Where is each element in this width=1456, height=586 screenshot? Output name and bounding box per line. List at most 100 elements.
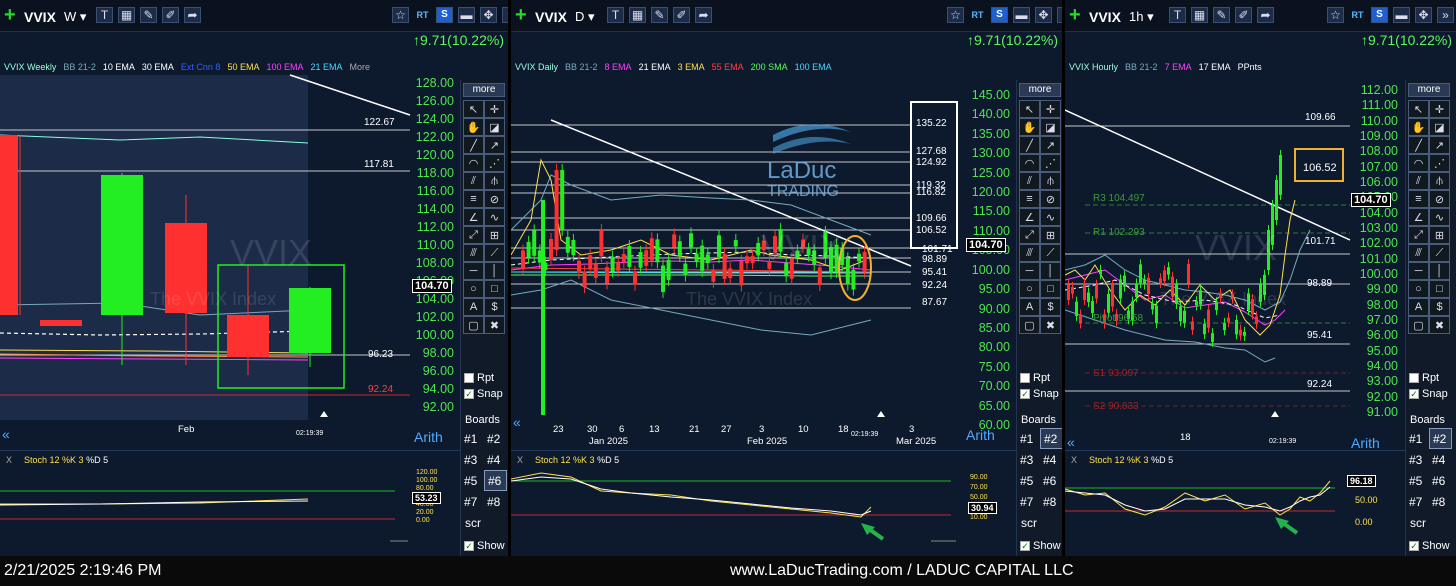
snap-checkbox[interactable]: ✓ Snap: [1409, 388, 1448, 400]
arc-icon[interactable]: ◠: [1019, 154, 1040, 172]
board-6-button[interactable]: #6: [484, 470, 507, 491]
scroll-left-icon[interactable]: «: [513, 414, 521, 430]
fib-icon[interactable]: ≡: [463, 190, 484, 208]
draw-icon[interactable]: ✎: [651, 7, 668, 23]
template-icon[interactable]: T: [96, 7, 113, 23]
pencil-icon[interactable]: ✐: [673, 7, 690, 23]
cursor-icon[interactable]: ↖: [1019, 100, 1040, 118]
eraser-icon[interactable]: ◪: [1429, 118, 1450, 136]
regression-icon[interactable]: ⫻: [1408, 244, 1429, 262]
hand-icon[interactable]: ✋: [1019, 118, 1040, 136]
grid-icon[interactable]: ▦: [1191, 7, 1208, 23]
cycle-icon[interactable]: ∿: [484, 208, 505, 226]
hand-icon[interactable]: ✋: [463, 118, 484, 136]
board-5-button[interactable]: #5: [1017, 470, 1040, 491]
speed-icon[interactable]: ⟋: [484, 244, 505, 262]
circle-icon[interactable]: ○: [1019, 280, 1040, 298]
channel-icon[interactable]: ⫽: [1019, 172, 1040, 190]
s-icon[interactable]: S: [991, 7, 1008, 23]
angle-icon[interactable]: ∠: [463, 208, 484, 226]
fib-icon[interactable]: ≡: [1019, 190, 1040, 208]
snap-checkbox[interactable]: ✓ Snap: [1020, 388, 1059, 400]
expand-icon[interactable]: »: [1057, 7, 1062, 23]
pitchfork-icon[interactable]: ⫛: [1429, 172, 1450, 190]
trendline-icon[interactable]: ╱: [463, 136, 484, 154]
angle-icon[interactable]: ∠: [1408, 208, 1429, 226]
grid-icon[interactable]: ▦: [629, 7, 646, 23]
fib-icon[interactable]: ≡: [1408, 190, 1429, 208]
share-icon[interactable]: ➦: [1257, 7, 1274, 23]
more-button[interactable]: more: [1019, 83, 1061, 97]
board-4-button[interactable]: #4: [1040, 449, 1062, 470]
s-icon[interactable]: S: [1371, 7, 1388, 23]
show-checkbox[interactable]: ✓ Show: [464, 540, 505, 552]
scroll-left-icon[interactable]: «: [2, 426, 10, 442]
cycle-icon[interactable]: ∿: [1040, 208, 1061, 226]
channel-icon[interactable]: ⫽: [1408, 172, 1429, 190]
gann-icon[interactable]: ⊘: [484, 190, 505, 208]
rect-icon[interactable]: □: [484, 280, 505, 298]
s-icon[interactable]: S: [436, 7, 453, 23]
arc-icon[interactable]: ◠: [1408, 154, 1429, 172]
minimize-icon[interactable]: ▬: [458, 7, 475, 23]
stochastic-plot[interactable]: [511, 471, 961, 551]
dollar-icon[interactable]: $: [484, 298, 505, 316]
rpt-checkbox[interactable]: Rpt: [1409, 372, 1439, 384]
fan-icon[interactable]: ⋰: [1040, 154, 1061, 172]
period-select[interactable]: D ▾: [575, 9, 595, 25]
board-4-button[interactable]: #4: [1429, 449, 1452, 470]
cursor-icon[interactable]: ↖: [1408, 100, 1429, 118]
price-axis[interactable]: 145.00 140.00 135.00 130.00 125.00 120.00 115.…: [966, 88, 1010, 432]
close-icon[interactable]: X: [1071, 455, 1077, 465]
scroll-left-icon[interactable]: «: [1067, 434, 1075, 450]
snap-checkbox[interactable]: ✓ Snap: [464, 388, 503, 400]
expand-icon[interactable]: »: [1437, 7, 1454, 23]
scale-mode[interactable]: Arith: [414, 429, 443, 445]
board-3-button[interactable]: #3: [1017, 449, 1040, 470]
ruler-icon[interactable]: ⊞: [1040, 226, 1061, 244]
fan-icon[interactable]: ⋰: [484, 154, 505, 172]
star-icon[interactable]: ☆: [392, 7, 409, 23]
cycle-icon[interactable]: ∿: [1429, 208, 1450, 226]
symbol-label[interactable]: VVIX: [535, 9, 567, 25]
text-icon[interactable]: A: [1019, 298, 1040, 316]
board-2-button[interactable]: #2: [484, 428, 507, 449]
board-6-button[interactable]: #6: [1040, 470, 1062, 491]
arrow-line-icon[interactable]: ⤢: [1019, 226, 1040, 244]
eraser-icon[interactable]: ◪: [1040, 118, 1061, 136]
cursor-icon[interactable]: ↖: [463, 100, 484, 118]
vline-icon[interactable]: │: [1040, 262, 1061, 280]
ray-icon[interactable]: ↗: [1429, 136, 1450, 154]
grid-icon[interactable]: ▦: [118, 7, 135, 23]
template-icon[interactable]: T: [1169, 7, 1186, 23]
symbol-label[interactable]: VVIX: [24, 9, 56, 25]
text-icon[interactable]: A: [1408, 298, 1429, 316]
speed-icon[interactable]: ⟋: [1429, 244, 1450, 262]
arrow-line-icon[interactable]: ⤢: [463, 226, 484, 244]
ruler-icon[interactable]: ⊞: [1429, 226, 1450, 244]
rpt-checkbox[interactable]: Rpt: [1020, 372, 1050, 384]
pencil-icon[interactable]: ✐: [1235, 7, 1252, 23]
template-icon[interactable]: T: [607, 7, 624, 23]
move-icon[interactable]: ✥: [1415, 7, 1432, 23]
period-select[interactable]: W ▾: [64, 9, 86, 25]
board-4-button[interactable]: #4: [484, 449, 507, 470]
realtime-icon[interactable]: RT: [1349, 7, 1366, 23]
add-icon[interactable]: +: [4, 5, 16, 25]
move-icon[interactable]: ✥: [480, 7, 497, 23]
channel-icon[interactable]: ⫽: [463, 172, 484, 190]
angle-icon[interactable]: ∠: [1019, 208, 1040, 226]
stochastic-plot[interactable]: [0, 471, 410, 551]
dollar-icon[interactable]: $: [1040, 298, 1061, 316]
board-6-button[interactable]: #6: [1429, 470, 1452, 491]
hand-icon[interactable]: ✋: [1408, 118, 1429, 136]
add-icon[interactable]: +: [515, 5, 527, 25]
crosshair-icon[interactable]: ✛: [1040, 100, 1061, 118]
text-icon[interactable]: A: [463, 298, 484, 316]
delete-icon[interactable]: ✖: [1040, 316, 1061, 334]
move-icon[interactable]: ✥: [1035, 7, 1052, 23]
close-icon[interactable]: X: [517, 455, 523, 465]
weekly-plot[interactable]: VVIX The VVIX Index: [0, 74, 411, 420]
pitchfork-icon[interactable]: ⫛: [484, 172, 505, 190]
delete-icon[interactable]: ✖: [484, 316, 505, 334]
